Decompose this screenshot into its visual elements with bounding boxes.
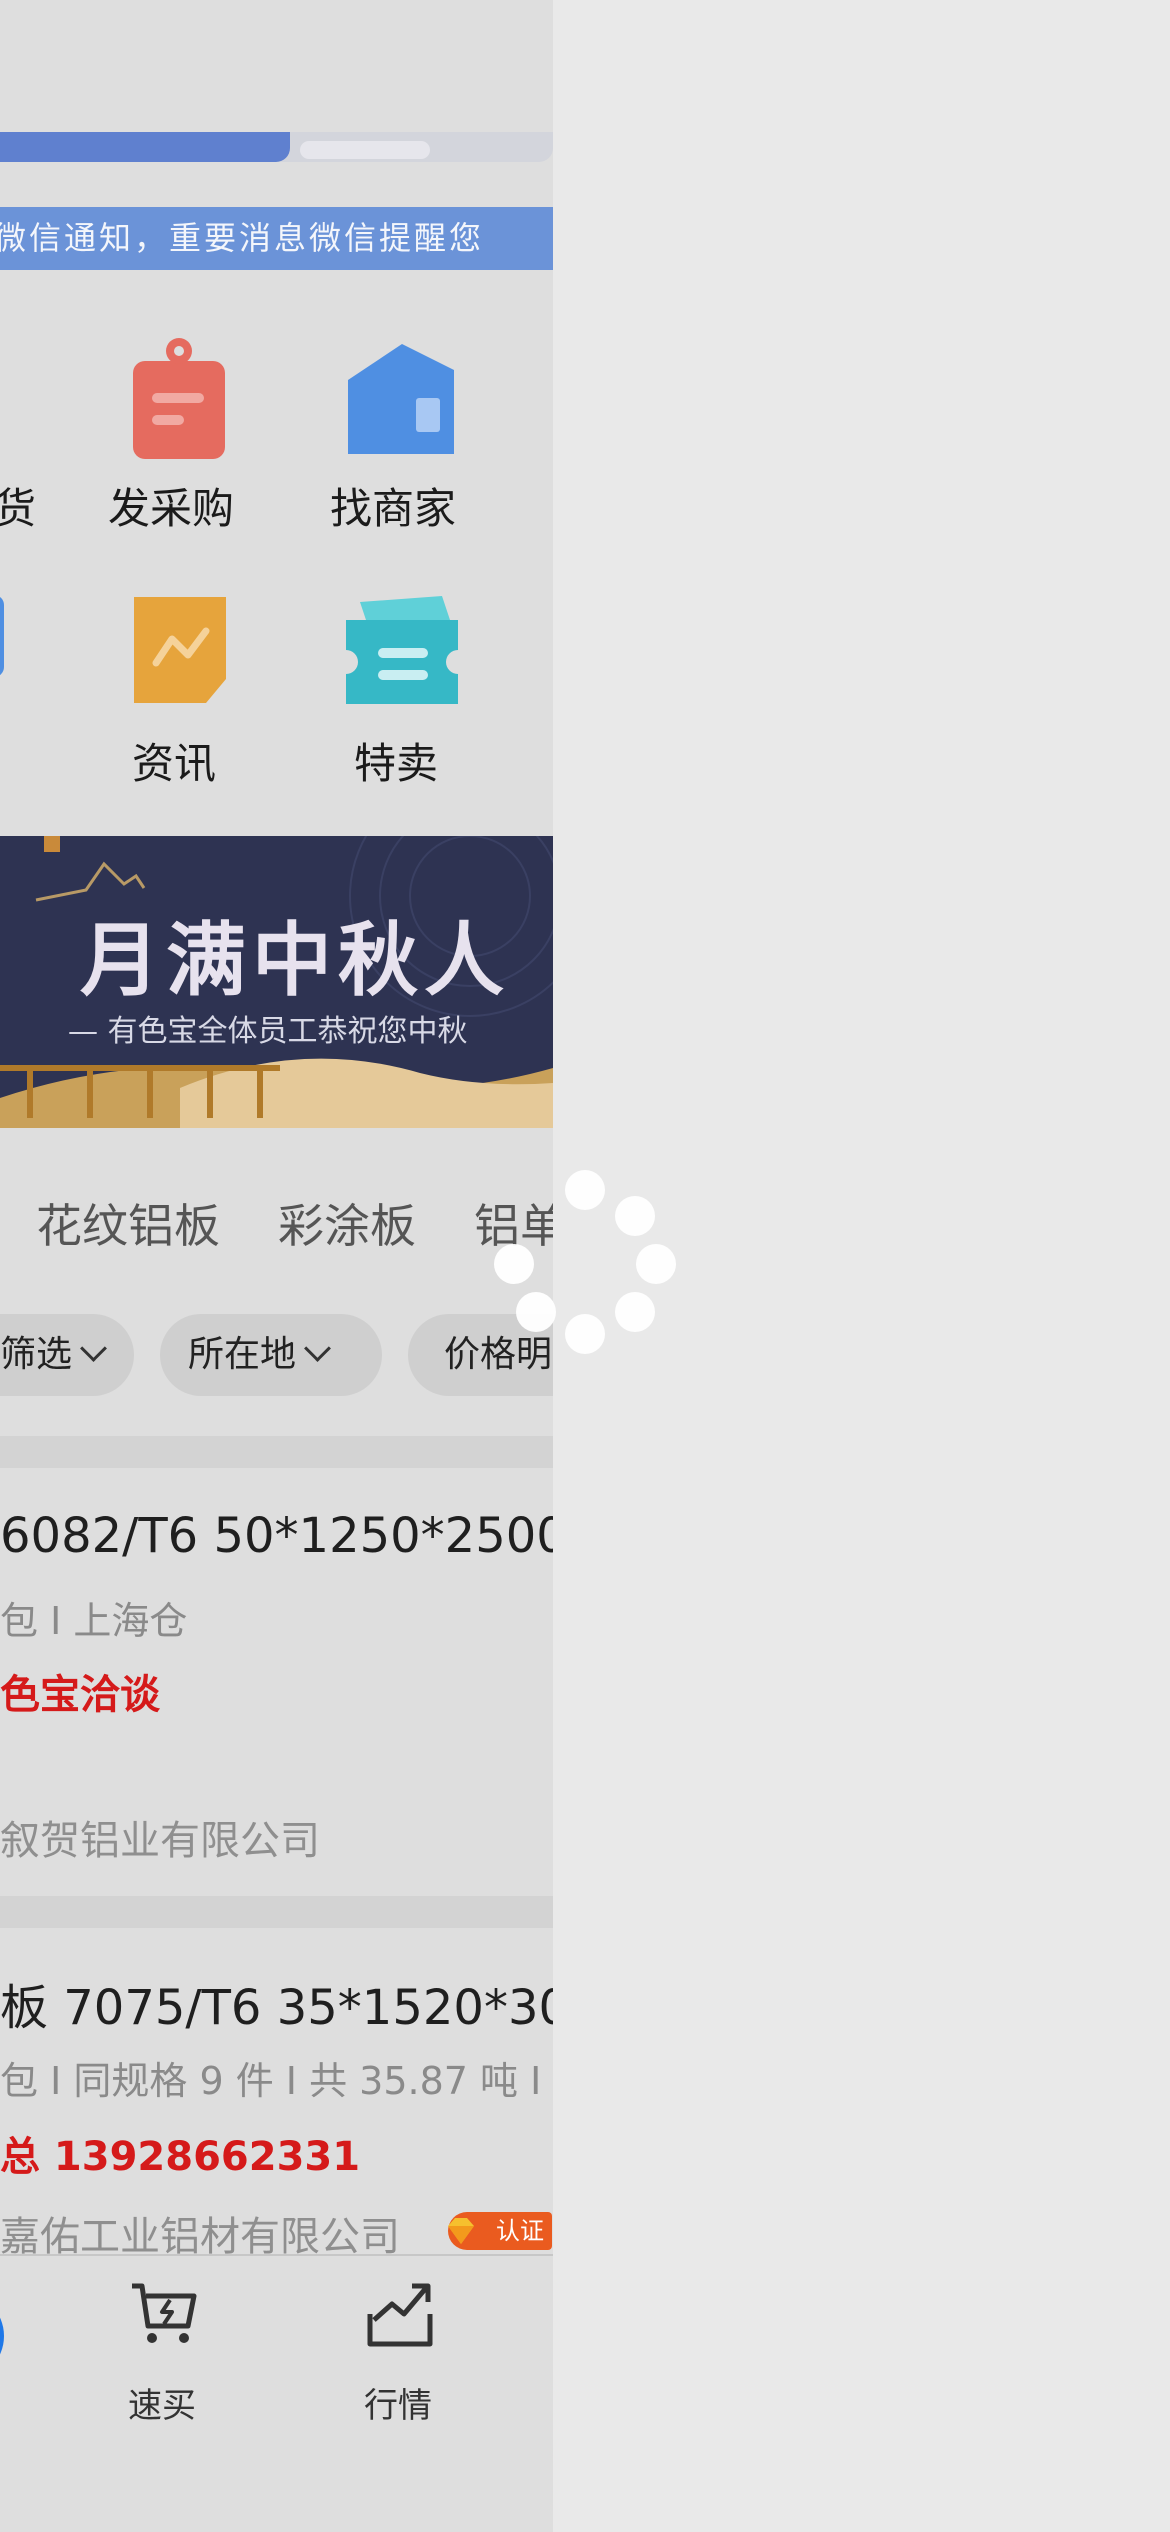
listing-price: 色宝洽谈 (0, 1672, 160, 1718)
wechat-notice-banner[interactable]: 微信通知，重要消息微信提醒您 (0, 207, 553, 270)
filter-screen-label: 筛选 (0, 1334, 73, 1375)
mid-autumn-banner[interactable]: 月满中秋人 — 有色宝全体员工恭祝您中秋 (0, 836, 553, 1128)
listing-price: 总 13928662331 (0, 2134, 361, 2180)
grid-label-find-merchant[interactable]: 找商家 (330, 475, 456, 536)
tab-pattern-aluminum[interactable]: 花纹铝板 (36, 1190, 220, 1256)
chevron-down-icon (80, 1335, 107, 1362)
notice-text: 微信通知，重要消息微信提醒您 (0, 219, 485, 257)
banner-title: 月满中秋人 (80, 913, 510, 1007)
store-icon[interactable] (342, 340, 460, 454)
filter-location[interactable]: 所在地 (160, 1314, 382, 1396)
verified-badge-label: 认证 (496, 2217, 544, 2245)
grid-label-goods[interactable]: 货 (0, 475, 36, 536)
grid-label-news[interactable]: 资讯 (132, 730, 216, 791)
trend-chart-icon[interactable] (364, 2280, 436, 2348)
section-divider (0, 1896, 553, 1928)
partial-blue-icon[interactable] (0, 595, 4, 677)
clipboard-icon[interactable] (130, 333, 228, 461)
home-tab-partial-icon[interactable] (0, 2292, 4, 2380)
banner-hills (0, 1058, 553, 1128)
news-icon[interactable] (128, 593, 232, 707)
verified-badge: 认证 (448, 2212, 552, 2250)
cart-icon[interactable] (128, 2280, 198, 2348)
listing-meta: 包 I 上海仓 (0, 1599, 188, 1643)
listing-title: 6082/T6 50*1250*2500 (0, 1508, 553, 1564)
section-divider (0, 1436, 553, 1468)
app-panel: 微信通知，重要消息微信提醒您 货 发采购 找商家 资讯 特卖 月满中秋人 — 有… (0, 0, 553, 2532)
category-tabs: 花纹铝板 彩涂板 铝单 (0, 1190, 553, 1260)
filter-location-label: 所在地 (188, 1334, 297, 1375)
grid-label-special-sale[interactable]: 特卖 (354, 730, 438, 791)
diamond-icon (448, 2218, 474, 2244)
grid-label-purchase[interactable]: 发采购 (108, 475, 234, 536)
loading-spinner-icon (490, 1170, 680, 1360)
bottom-tab-bar: 速买 行情 (0, 2254, 553, 2532)
tab-color-coated[interactable]: 彩涂板 (278, 1190, 416, 1256)
listing-company: 叙贺铝业有限公司 (0, 1818, 320, 1864)
search-progress-track (0, 132, 553, 162)
ticket-icon[interactable] (342, 592, 462, 710)
tab-market-label[interactable]: 行情 (364, 2378, 432, 2427)
search-pill[interactable] (300, 141, 430, 159)
filter-screen[interactable]: 筛选 (0, 1314, 134, 1396)
listing-title: 板 7075/T6 35*1520*302 (0, 1980, 553, 2036)
listing-meta: 包 I 同规格 9 件 I 共 35.87 吨 I (0, 2059, 542, 2103)
chevron-down-icon (304, 1335, 331, 1362)
search-progress-fill (0, 132, 290, 162)
tab-quick-buy-label[interactable]: 速买 (128, 2378, 196, 2427)
